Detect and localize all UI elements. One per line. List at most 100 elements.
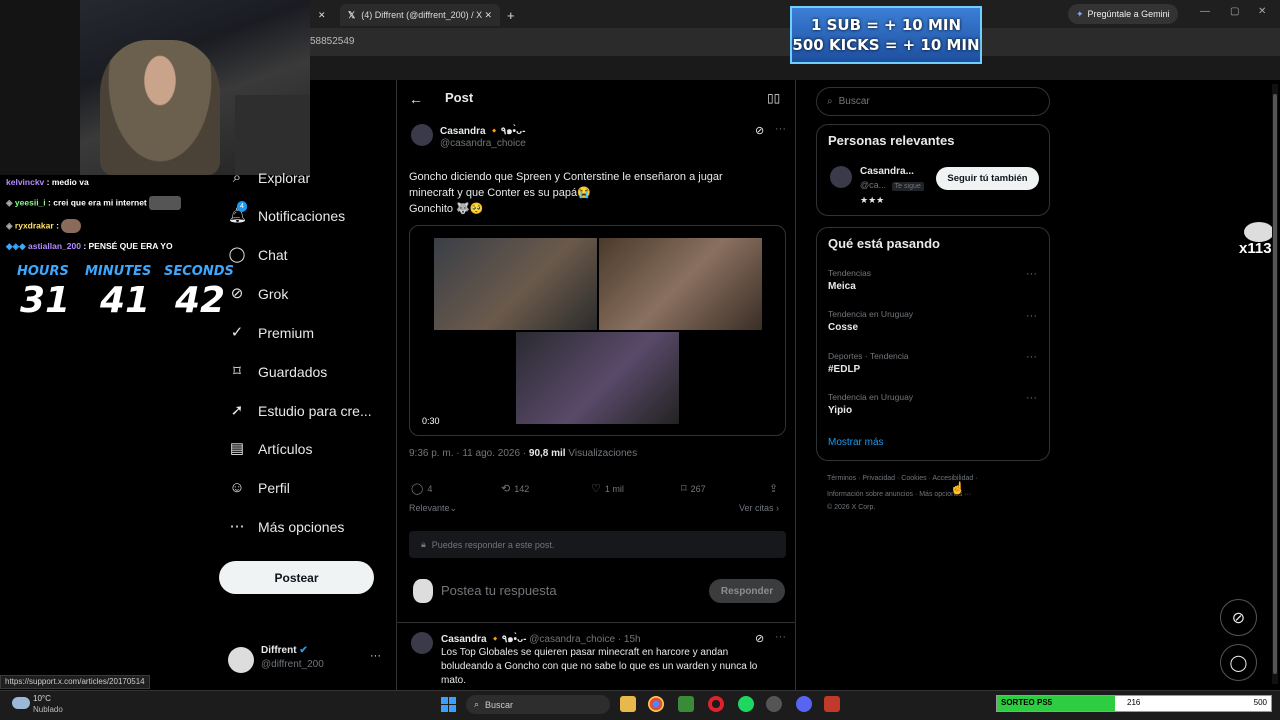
gemini-icon: ✦ bbox=[1076, 8, 1084, 19]
close-icon[interactable]: ✕ bbox=[484, 10, 492, 21]
more-icon: ⋯ bbox=[229, 518, 245, 535]
show-more-link[interactable]: Mostrar más bbox=[828, 437, 884, 448]
status-url: https://support.x.com/articles/20170514 bbox=[0, 675, 150, 689]
weather-temp[interactable]: 10°C bbox=[33, 694, 51, 703]
nav-explore[interactable]: ⌕ Explorar bbox=[228, 166, 310, 190]
emote-icon bbox=[61, 219, 82, 233]
trend-label: Tendencia en Uruguay bbox=[828, 309, 914, 319]
nav-articles[interactable]: ▤ Artículos bbox=[228, 437, 313, 461]
relevant-avatar[interactable] bbox=[830, 166, 852, 188]
new-tab-button[interactable]: + bbox=[507, 4, 515, 26]
chrome-icon[interactable] bbox=[648, 696, 664, 712]
nav-grok[interactable]: ⊘ Grok bbox=[228, 282, 289, 306]
lock-icon: 🔒︎ bbox=[421, 539, 426, 549]
search-input[interactable]: ⌕ Buscar bbox=[816, 87, 1050, 116]
repost-action[interactable]: ⟲ 142 bbox=[501, 482, 529, 495]
trend-more-icon[interactable]: ··· bbox=[1026, 392, 1037, 404]
follow-back-button[interactable]: Seguir tú también bbox=[936, 167, 1039, 190]
trend-item[interactable]: Cosse bbox=[828, 322, 858, 333]
author-name[interactable]: Casandra 🔸٩๑•̀ᴗ- bbox=[440, 124, 525, 139]
person-icon: ☺ bbox=[229, 479, 245, 496]
nav-bookmarks[interactable]: ⌑ Guardados bbox=[228, 360, 327, 384]
minimize-icon[interactable]: — bbox=[1200, 6, 1210, 17]
video-player[interactable]: 0:30 bbox=[409, 225, 786, 436]
search-icon: ⌕ bbox=[474, 699, 480, 709]
grok-icon[interactable]: ⊘ bbox=[755, 632, 764, 645]
share-action[interactable]: ⇪ bbox=[769, 482, 778, 495]
relevant-title: Personas relevantes bbox=[828, 133, 955, 148]
account-more-icon[interactable]: ··· bbox=[370, 650, 381, 662]
settings-icon[interactable] bbox=[766, 696, 782, 712]
scrollbar[interactable] bbox=[1272, 84, 1278, 684]
relevant-name[interactable]: Casandra... bbox=[860, 166, 914, 177]
reply-more-icon[interactable]: ··· bbox=[775, 631, 786, 643]
grok-icon[interactable]: ⊘ bbox=[755, 124, 764, 137]
maximize-icon[interactable]: ▢ bbox=[1230, 6, 1239, 17]
search-icon: ⌕ bbox=[827, 96, 833, 107]
nav-more[interactable]: ⋯ Más opciones bbox=[228, 515, 345, 539]
trend-item[interactable]: Meica bbox=[828, 281, 856, 292]
chat-icon: ◯ bbox=[1229, 654, 1248, 672]
close-window-icon[interactable]: ✕ bbox=[1258, 6, 1266, 17]
app-icon[interactable] bbox=[824, 696, 840, 712]
rocket-icon: ➚ bbox=[230, 402, 244, 419]
trend-item[interactable]: Yipio bbox=[828, 405, 852, 416]
minecraft-icon[interactable] bbox=[678, 696, 694, 712]
chat-line: ◈ ryxdrakar : bbox=[6, 219, 82, 233]
sort-dropdown[interactable]: Relevante⌄ bbox=[409, 503, 457, 514]
badge-icon: ◆◈◆ bbox=[6, 241, 26, 251]
grok-icon: ⊘ bbox=[1231, 609, 1246, 627]
address-text[interactable]: 58852549 bbox=[310, 36, 355, 47]
seconds-value: 42 bbox=[175, 280, 226, 321]
reader-icon[interactable]: ▯▯ bbox=[767, 91, 780, 105]
verified-icon: ✔ bbox=[299, 645, 308, 656]
tab-active[interactable]: 𝕏 (4) Diffrent (@diffrent_200) / X ✕ bbox=[340, 4, 500, 26]
nav-premium[interactable]: ✓ Premium bbox=[228, 321, 314, 345]
trending-title: Qué está pasando bbox=[828, 236, 940, 251]
windows-start-icon[interactable] bbox=[441, 697, 456, 712]
goal-bar: SORTEO PS5 216 500 bbox=[996, 695, 1272, 712]
account-name[interactable]: Diffrent ✔ bbox=[261, 645, 308, 656]
reply-action[interactable]: ◯ 4 bbox=[411, 482, 432, 495]
discord-icon[interactable] bbox=[796, 696, 812, 712]
nav-profile[interactable]: ☺ Perfil bbox=[228, 476, 290, 500]
trend-label: Tendencias bbox=[828, 268, 872, 278]
reply-input[interactable]: Postea tu respuesta bbox=[441, 583, 557, 598]
spotify-icon[interactable] bbox=[738, 696, 754, 712]
back-arrow-icon[interactable]: ← bbox=[409, 91, 423, 107]
trend-more-icon[interactable]: ··· bbox=[1026, 310, 1037, 322]
weather-icon bbox=[12, 697, 30, 709]
gemini-button[interactable]: ✦ Pregúntale a Gemini bbox=[1068, 4, 1178, 24]
goal-target: 500 bbox=[1253, 698, 1267, 707]
scrollbar-thumb[interactable] bbox=[1273, 94, 1277, 674]
account-avatar[interactable] bbox=[228, 647, 254, 673]
trend-item[interactable]: #EDLP bbox=[828, 364, 860, 375]
author-avatar[interactable] bbox=[411, 124, 433, 146]
nav-notifications[interactable]: 🔔︎ 4 Notificaciones bbox=[228, 201, 345, 228]
trend-more-icon[interactable]: ··· bbox=[1026, 268, 1037, 280]
goal-current: 216 bbox=[1127, 698, 1141, 707]
bookmark-action[interactable]: ⌑ 267 bbox=[681, 482, 706, 495]
post-button[interactable]: Postear bbox=[219, 561, 374, 594]
grok-fab[interactable]: ⊘ bbox=[1220, 599, 1257, 636]
webcam-prop bbox=[235, 95, 310, 175]
hours-label: HOURS bbox=[17, 264, 69, 279]
quotes-link[interactable]: Ver citas › bbox=[739, 503, 779, 513]
heart-icon: ♡ bbox=[591, 483, 601, 495]
tab-close-prev[interactable]: ✕ bbox=[318, 4, 326, 26]
reply-button[interactable]: Responder bbox=[709, 579, 785, 603]
video-frame-bottom bbox=[516, 332, 679, 424]
bookmark-icon: ⌑ bbox=[233, 363, 241, 380]
search-icon: ⌕ bbox=[232, 169, 242, 186]
opera-icon[interactable] bbox=[708, 696, 724, 712]
taskbar-search[interactable]: ⌕ Buscar bbox=[466, 695, 610, 714]
nav-creator-studio[interactable]: ➚ Estudio para cre... bbox=[228, 399, 372, 423]
author-handle[interactable]: @casandra_choice bbox=[440, 138, 526, 149]
like-action[interactable]: ♡ 1 mil bbox=[591, 482, 624, 495]
post-more-icon[interactable]: ··· bbox=[775, 123, 786, 135]
messages-fab[interactable]: ◯ bbox=[1220, 644, 1257, 681]
trend-more-icon[interactable]: ··· bbox=[1026, 351, 1037, 363]
file-explorer-icon[interactable] bbox=[620, 696, 636, 712]
reply-author-avatar[interactable] bbox=[411, 632, 433, 654]
nav-chat[interactable]: ◯ Chat bbox=[228, 243, 288, 267]
